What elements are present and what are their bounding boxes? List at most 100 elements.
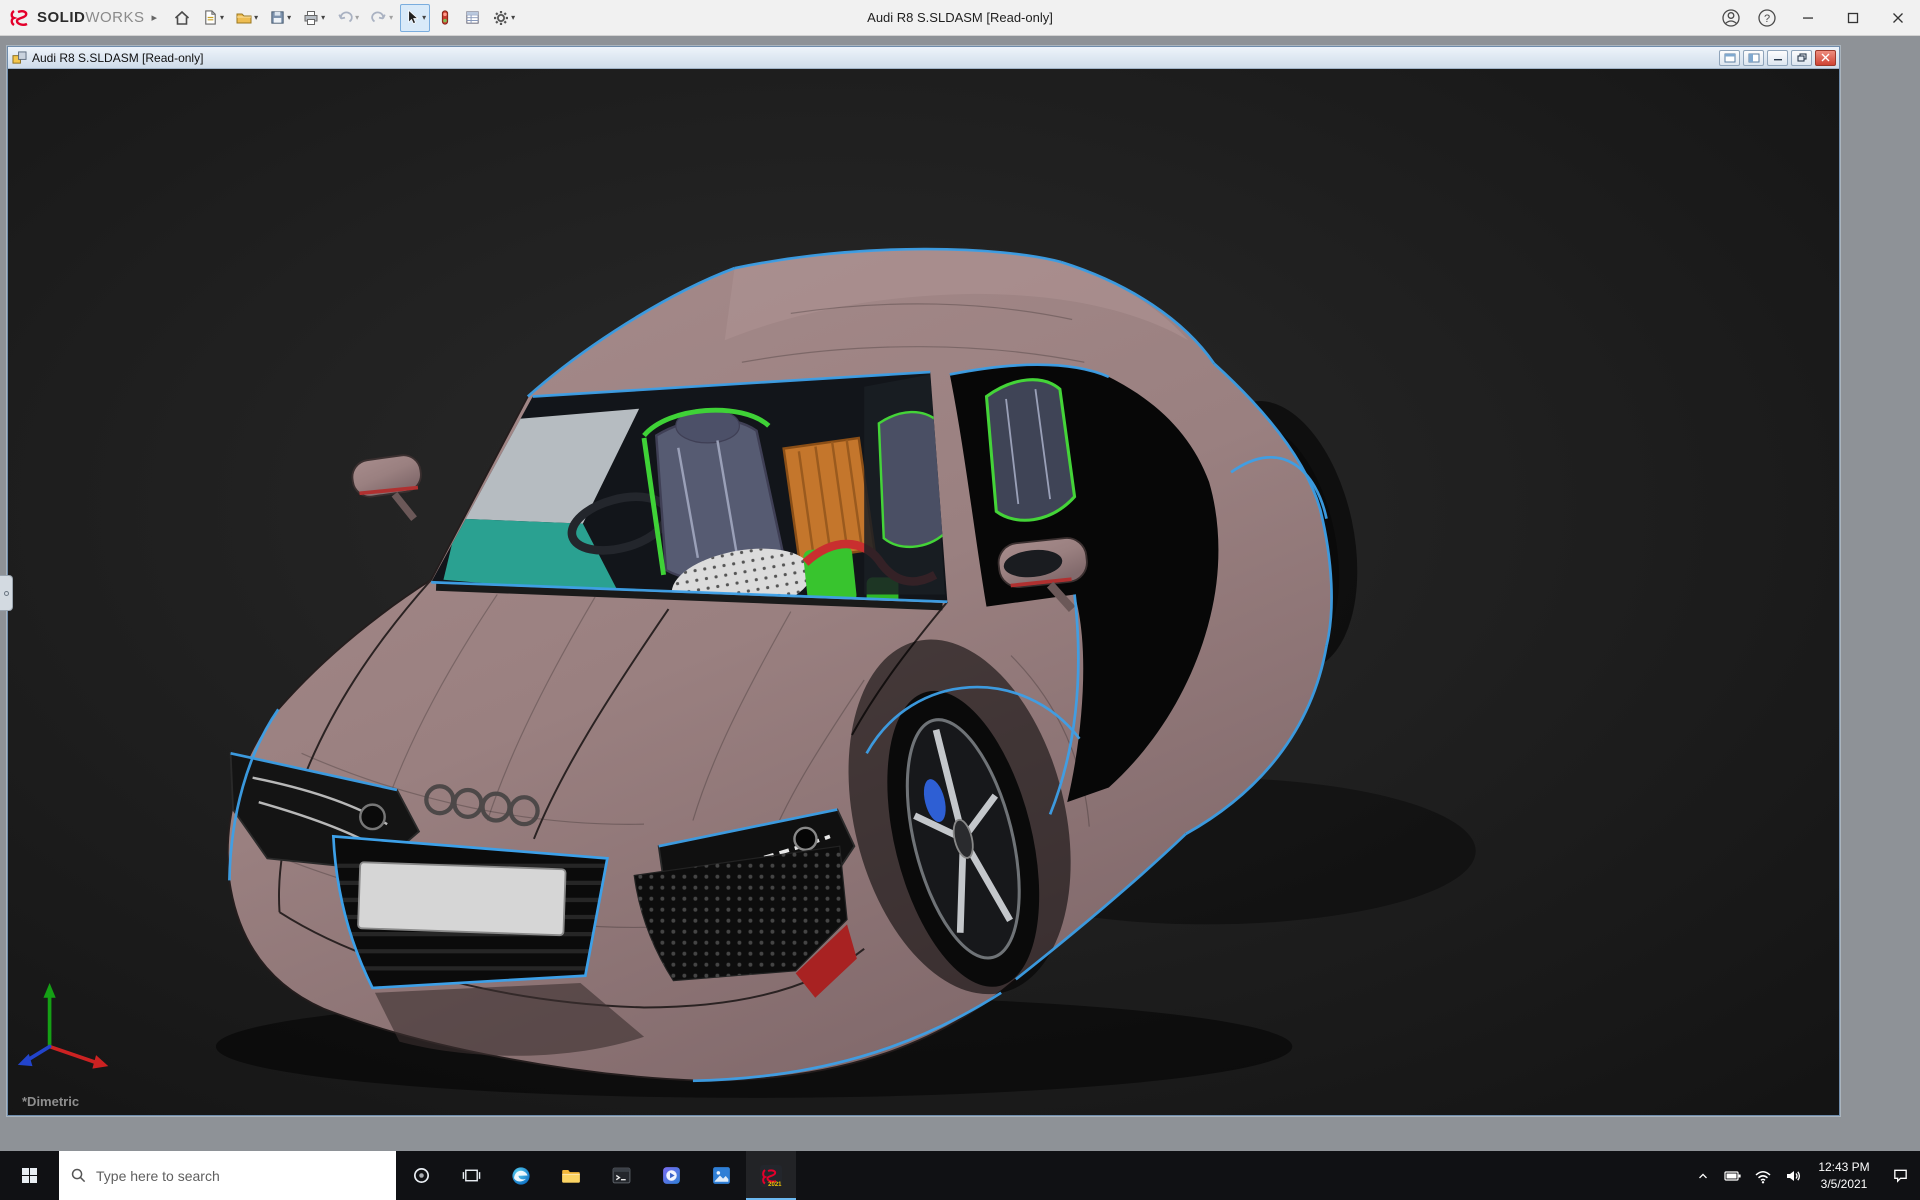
svg-text:2021: 2021 [768,1182,782,1188]
file-explorer-button[interactable] [546,1151,596,1200]
account-button[interactable] [1713,0,1749,36]
brand-bold: SOLID [37,8,86,26]
new-document-button[interactable]: ▾ [198,4,228,32]
help-button[interactable]: ? [1749,0,1785,36]
minimize-icon [1802,17,1813,19]
volume-indicator[interactable] [1778,1151,1808,1200]
solidworks-taskbar-button[interactable]: 2021 [746,1151,796,1200]
battery-indicator[interactable] [1718,1151,1748,1200]
gear-icon [494,10,509,25]
save-dropdown-icon[interactable]: ▾ [287,13,291,22]
solidworks-logo: SOLIDWORKS ▸ [0,8,169,28]
file-explorer-icon [562,1169,580,1183]
file-properties-button[interactable] [460,4,485,32]
media-player-icon [662,1167,680,1184]
wifi-icon [1755,1170,1771,1183]
options-dropdown-icon[interactable]: ▾ [511,13,515,22]
toolbar-expand-icon[interactable]: ▸ [152,11,158,24]
pane-previous-icon [1724,53,1735,62]
close-icon [1892,13,1903,23]
select-dropdown-icon[interactable]: ▾ [422,13,426,22]
open-dropdown-icon[interactable]: ▾ [254,13,258,22]
home-icon [175,10,190,25]
print-dropdown-icon[interactable]: ▾ [321,13,325,22]
svg-text:?: ? [1764,13,1770,25]
edge-button[interactable] [496,1151,546,1200]
file-properties-icon [466,11,479,24]
terminal-button[interactable] [596,1151,646,1200]
flyout-dot-icon [3,590,9,596]
solidworks-app-icon: 2021 [760,1164,782,1188]
assembly-document-icon [12,50,27,64]
redo-dropdown-icon[interactable]: ▾ [389,13,393,22]
clock-time: 12:43 PM [1818,1160,1870,1175]
app-title: Audi R8 S.SLDASM [Read-only] [867,10,1053,25]
doc-minimize-icon [1773,59,1782,61]
doc-restore-icon [1796,53,1807,62]
edge-icon [512,1166,530,1185]
cortana-button[interactable] [396,1151,446,1200]
print-icon [304,10,318,25]
taskbar-clock[interactable]: 12:43 PM 3/5/2021 [1808,1159,1880,1191]
print-button[interactable]: ▾ [298,4,329,32]
new-document-icon [205,10,216,25]
minimize-button[interactable] [1785,0,1830,36]
maximize-icon [1847,12,1858,24]
search-input[interactable] [96,1167,385,1184]
pane-previous-button[interactable] [1719,49,1740,66]
rebuild-icon [442,10,449,25]
viewport[interactable]: *Dimetric [8,69,1839,1115]
home-button[interactable] [169,4,195,32]
search-icon [71,1168,86,1183]
save-icon [271,11,284,24]
app-titlebar: SOLIDWORKS ▸ ▾ ▾ ▾ ▾ ▾ ▾ ▾ ▾ Audi R8 S.S… [0,0,1920,36]
undo-icon [338,11,353,22]
close-button[interactable] [1875,0,1920,36]
terminal-icon [612,1167,630,1184]
document-window: Audi R8 S.SLDASM [Read-only] *Dimetric [7,46,1840,1116]
new-dropdown-icon[interactable]: ▾ [220,13,224,22]
pane-next-icon [1748,53,1759,62]
pane-next-button[interactable] [1743,49,1764,66]
cortana-icon [413,1167,429,1184]
save-button[interactable]: ▾ [265,4,295,32]
car-3d-model [8,69,1839,1115]
taskbar: 2021 [0,1151,1920,1200]
photos-button[interactable] [696,1151,746,1200]
open-folder-icon [236,13,252,23]
task-view-button[interactable] [446,1151,496,1200]
redo-button[interactable]: ▾ [366,4,397,32]
media-player-button[interactable] [646,1151,696,1200]
notification-icon [1893,1169,1907,1183]
network-indicator[interactable] [1748,1151,1778,1200]
view-orientation-label: *Dimetric [22,1094,80,1109]
rebuild-button[interactable] [433,4,457,32]
select-cursor-icon [408,9,419,25]
featuremanager-flyout-handle[interactable] [0,575,13,611]
redo-icon [371,11,386,22]
taskbar-search[interactable] [59,1151,396,1200]
clock-date: 3/5/2021 [1820,1176,1868,1191]
undo-dropdown-icon[interactable]: ▾ [355,13,359,22]
document-titlebar[interactable]: Audi R8 S.SLDASM [Read-only] [8,47,1839,69]
windows-logo-icon [22,1168,37,1183]
doc-minimize-button[interactable] [1767,49,1788,66]
undo-button[interactable]: ▾ [332,4,363,32]
open-button[interactable]: ▾ [231,4,262,32]
account-icon [1722,9,1740,27]
help-icon: ? [1758,9,1776,27]
maximize-button[interactable] [1830,0,1875,36]
document-title: Audi R8 S.SLDASM [Read-only] [32,50,204,65]
options-button[interactable]: ▾ [488,4,519,32]
hidden-icons-button[interactable] [1688,1151,1718,1200]
battery-icon [1724,1170,1741,1181]
3ds-logo-icon [10,9,28,26]
doc-close-icon [1821,53,1830,62]
task-view-icon [462,1169,480,1182]
doc-close-button[interactable] [1815,49,1836,66]
select-tool-button[interactable]: ▾ [400,3,431,32]
action-center-button[interactable] [1880,1151,1920,1200]
start-button[interactable] [0,1151,59,1200]
doc-restore-button[interactable] [1791,49,1812,66]
photos-icon [712,1167,730,1184]
